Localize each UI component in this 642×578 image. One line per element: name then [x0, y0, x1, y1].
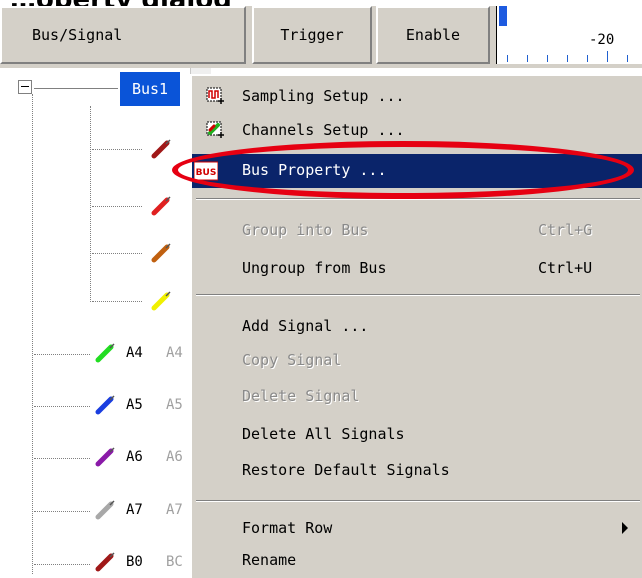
collapse-toggle-icon[interactable] — [18, 80, 32, 94]
menu-item-label: Restore Default Signals — [242, 461, 450, 479]
menu-item-label: Channels Setup ... — [242, 121, 405, 139]
bus-node-label: Bus1 — [131, 80, 169, 98]
signal-channel-label: A5 — [166, 397, 183, 413]
menu-item-group-into-bus[interactable]: Group into Bus Ctrl+G — [192, 214, 642, 246]
menu-item-format-row[interactable]: Format Row — [192, 512, 642, 544]
menu-item-label: Sampling Setup ... — [242, 87, 405, 105]
ruler-tick — [627, 55, 628, 62]
probe-icon-shape — [95, 396, 114, 415]
menu-item-shortcut: Ctrl+G — [538, 221, 593, 239]
menu-item-label: Copy Signal — [242, 351, 342, 369]
probe-icon — [95, 447, 115, 467]
menu-item-label: Delete Signal — [242, 387, 360, 405]
probe-icon-shape — [95, 553, 114, 572]
annotation-highlight-oval — [172, 141, 634, 199]
probe-icon — [151, 196, 171, 216]
tree-guide-line — [34, 564, 90, 565]
menu-item-rename[interactable]: Rename — [192, 544, 642, 576]
probe-icon-shape — [151, 197, 170, 216]
probe-icon — [151, 291, 171, 311]
ruler-tick — [567, 55, 568, 62]
menu-item-sampling-setup[interactable]: Sampling Setup ... — [192, 80, 642, 112]
probe-icon — [95, 395, 115, 415]
menu-item-label: Ungroup from Bus — [242, 259, 387, 277]
timeline-ruler[interactable]: -20 — [496, 6, 642, 64]
tree-guide-line — [92, 206, 142, 207]
submenu-arrow-icon — [622, 522, 628, 534]
ruler-tick — [527, 55, 528, 62]
sampling-setup-icon — [206, 87, 224, 104]
column-header-enable[interactable]: Enable — [376, 6, 490, 64]
tree-guide-line — [34, 511, 90, 512]
probe-icon-shape — [95, 344, 114, 363]
tree-guide-line — [34, 406, 90, 407]
probe-icon — [95, 552, 115, 572]
tree-guide-line — [92, 301, 142, 302]
column-header-trigger[interactable]: Trigger — [252, 6, 372, 64]
menu-item-copy-signal[interactable]: Copy Signal — [192, 344, 642, 376]
menu-item-delete-signal[interactable]: Delete Signal — [192, 380, 642, 412]
tree-guide-line — [34, 354, 90, 355]
menu-item-shortcut: Ctrl+U — [538, 259, 593, 277]
menu-item-ungroup-from-bus[interactable]: Ungroup from Bus Ctrl+U — [192, 252, 642, 284]
probe-icon — [151, 243, 171, 263]
column-header-bus-signal[interactable]: Bus/Signal — [0, 6, 246, 64]
probe-icon-shape — [151, 244, 170, 263]
ruler-tick — [507, 55, 508, 62]
signal-channel-label: A7 — [166, 502, 183, 518]
menu-item-label: Delete All Signals — [242, 425, 405, 443]
ruler-marker-icon[interactable] — [499, 6, 507, 26]
signal-label[interactable]: A6 — [126, 449, 143, 465]
tree-guide-line — [92, 149, 142, 150]
signal-channel-label: BC — [166, 554, 183, 570]
menu-item-add-signal[interactable]: Add Signal ... — [192, 310, 642, 342]
bus-node-selected[interactable]: Bus1 — [120, 72, 180, 106]
tree-guide-line — [90, 106, 91, 302]
signal-channel-label: A4 — [166, 345, 183, 361]
channels-setup-icon — [206, 121, 224, 138]
signal-label[interactable]: A5 — [126, 397, 143, 413]
probe-icon-shape — [95, 501, 114, 520]
signal-label[interactable]: A7 — [126, 502, 143, 518]
tree-guide-line — [34, 88, 118, 89]
column-header-trigger-label: Trigger — [280, 26, 344, 44]
menu-separator — [196, 294, 640, 296]
menu-item-label: Rename — [242, 551, 297, 569]
tree-guide-line — [34, 458, 90, 459]
ruler-tick-label: -20 — [589, 32, 615, 48]
menu-item-restore-default-signals[interactable]: Restore Default Signals — [192, 454, 642, 486]
probe-icon — [151, 139, 171, 159]
probe-icon — [95, 343, 115, 363]
probe-icon-shape — [151, 140, 170, 159]
signal-label[interactable]: A4 — [126, 345, 143, 361]
column-header-bus-signal-label: Bus/Signal — [32, 26, 123, 44]
probe-icon-shape — [151, 292, 170, 311]
ruler-tick — [607, 51, 608, 62]
menu-item-label: Group into Bus — [242, 221, 369, 239]
probe-icon-shape — [95, 448, 114, 467]
ruler-tick — [547, 55, 548, 62]
tree-guide-line — [92, 253, 142, 254]
signal-label[interactable]: B0 — [126, 554, 143, 570]
column-header-enable-label: Enable — [405, 26, 461, 44]
menu-separator — [196, 500, 640, 502]
menu-item-delete-all-signals[interactable]: Delete All Signals — [192, 418, 642, 450]
tree-guide-line — [32, 94, 33, 574]
menu-item-label: Add Signal ... — [242, 317, 369, 335]
ruler-tick — [587, 55, 588, 62]
signal-channel-label: A6 — [166, 449, 183, 465]
menu-item-label: Format Row — [242, 519, 333, 537]
probe-icon — [95, 500, 115, 520]
